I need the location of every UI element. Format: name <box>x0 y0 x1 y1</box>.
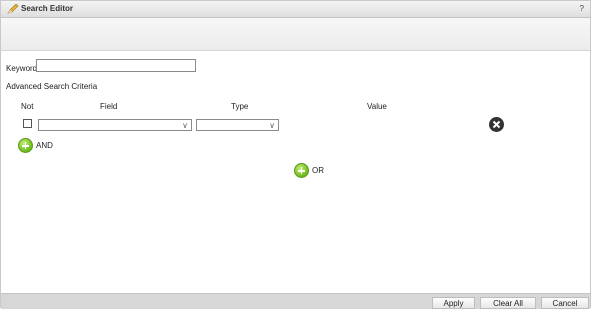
chevron-down-icon: ∨ <box>182 121 188 130</box>
plus-circle-icon <box>18 138 33 153</box>
help-button[interactable]: ? <box>580 4 584 13</box>
advanced-criteria-title: Advanced Search Criteria <box>6 82 98 91</box>
column-header-type: Type <box>231 102 249 111</box>
add-and-button[interactable]: AND <box>18 138 53 153</box>
pencil-icon <box>7 4 19 14</box>
dialog-title: Search Editor <box>21 4 74 13</box>
keyword-label: Keyword <box>6 64 38 73</box>
plus-circle-icon <box>294 163 309 178</box>
keyword-input[interactable] <box>36 59 196 72</box>
remove-criterion-button[interactable] <box>489 117 504 132</box>
close-circle-icon <box>492 120 501 129</box>
apply-button[interactable]: Apply <box>432 297 475 309</box>
add-or-label: OR <box>312 166 324 175</box>
add-or-button[interactable]: OR <box>294 163 324 178</box>
field-select[interactable]: ∨ <box>38 119 192 131</box>
column-header-value: Value <box>367 102 387 111</box>
toolbar <box>1 18 590 51</box>
cancel-button[interactable]: Cancel <box>541 297 589 309</box>
type-select[interactable]: ∨ <box>196 119 279 131</box>
not-checkbox[interactable] <box>23 119 32 128</box>
search-editor-dialog: Search Editor ? Keyword Advanced Search … <box>0 0 591 309</box>
column-header-not: Not <box>21 102 34 111</box>
clear-all-button[interactable]: Clear All <box>480 297 536 309</box>
add-and-label: AND <box>36 141 53 150</box>
title-bar: Search Editor ? <box>1 1 590 18</box>
chevron-down-icon: ∨ <box>269 121 275 130</box>
column-header-field: Field <box>100 102 118 111</box>
